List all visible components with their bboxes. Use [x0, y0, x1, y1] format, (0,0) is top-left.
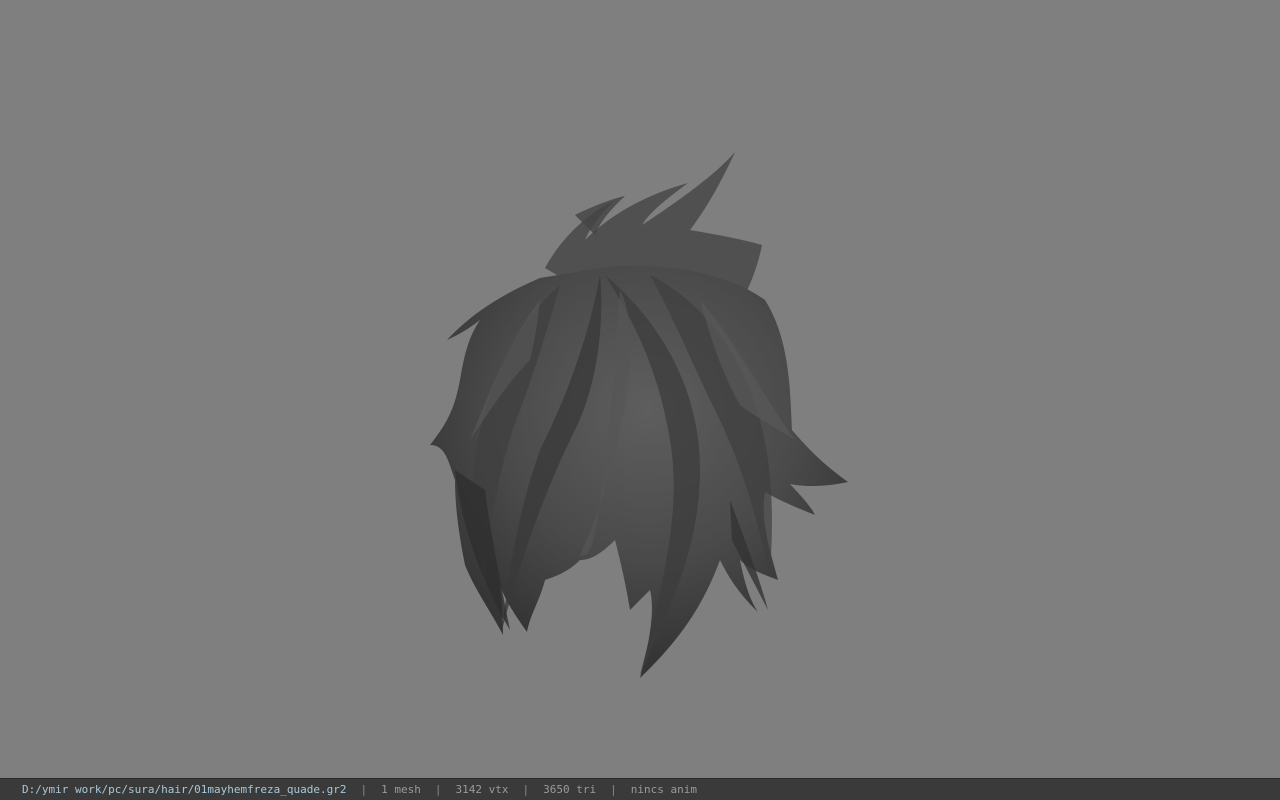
status-bar: D:/ymir work/pc/sura/hair/01mayhemfreza_…	[0, 778, 1280, 800]
animation-info-label: nincs anim	[630, 783, 697, 796]
hair-mesh	[430, 152, 848, 678]
status-separator: |	[360, 783, 368, 796]
vertex-count-label: 3142 vtx	[455, 783, 509, 796]
status-separator: |	[522, 783, 530, 796]
mesh-count-label: 1 mesh	[381, 783, 421, 796]
status-separator: |	[610, 783, 617, 796]
triangle-count-label: 3650 tri	[543, 783, 597, 796]
file-path-label: D:/ymir work/pc/sura/hair/01mayhemfreza_…	[22, 783, 347, 796]
status-separator: |	[434, 783, 442, 796]
hair-model-render	[430, 152, 848, 678]
3d-viewport[interactable]	[0, 0, 1280, 778]
